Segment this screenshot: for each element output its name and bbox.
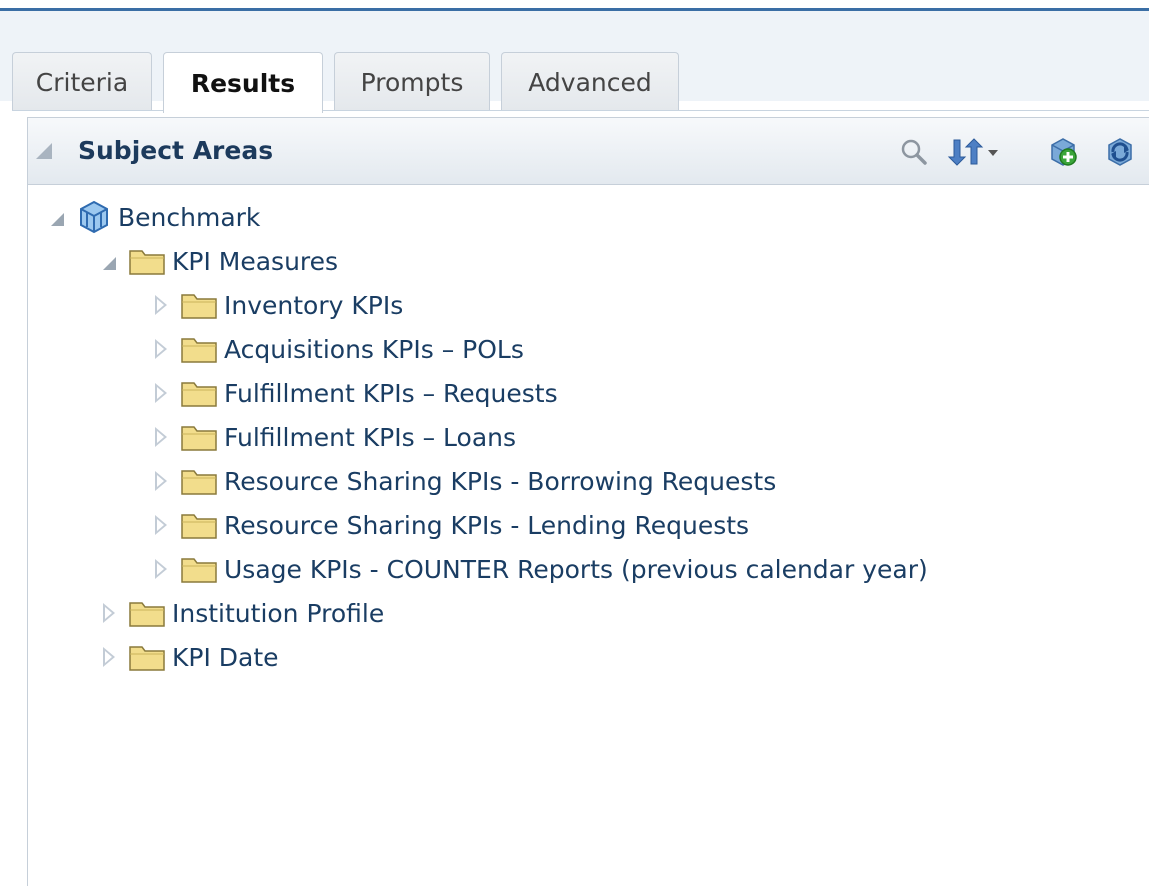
- collapse-icon[interactable]: [46, 206, 68, 228]
- search-icon[interactable]: [896, 134, 932, 170]
- tree-node-label: KPI Measures: [172, 246, 339, 276]
- tree-node-label: Benchmark: [118, 202, 261, 232]
- folder-icon: [181, 294, 217, 319]
- tree-node-usage-kpis[interactable]: Usage KPIs - COUNTER Reports (previous c…: [150, 549, 928, 589]
- tree-node-rs-borrowing[interactable]: Resource Sharing KPIs - Borrowing Reques…: [150, 461, 776, 501]
- collapse-icon[interactable]: [98, 250, 120, 272]
- folder-icon: [129, 602, 165, 627]
- tree-node-inventory-kpis[interactable]: Inventory KPIs: [150, 285, 403, 325]
- tree-node-label: Acquisitions KPIs – POLs: [224, 334, 524, 364]
- tree-node-label: Resource Sharing KPIs - Lending Requests: [224, 510, 750, 540]
- expand-icon[interactable]: [150, 514, 172, 536]
- subject-areas-panel: Subject Areas Benchmark KPI Measures Inv…: [27, 117, 1149, 886]
- tree-node-benchmark[interactable]: Benchmark: [46, 197, 260, 237]
- expand-icon[interactable]: [150, 426, 172, 448]
- top-accent-bar: [0, 0, 1149, 11]
- tree-node-institution-profile[interactable]: Institution Profile: [98, 593, 384, 633]
- tree-node-rs-lending[interactable]: Resource Sharing KPIs - Lending Requests: [150, 505, 749, 545]
- folder-icon: [181, 514, 217, 539]
- tab-strip: Criteria Results Prompts Advanced: [0, 11, 1149, 113]
- expand-icon[interactable]: [150, 558, 172, 580]
- tree-node-label: Fulfillment KPIs – Loans: [224, 422, 517, 452]
- folder-icon: [181, 470, 217, 495]
- collapse-panel-icon[interactable]: [36, 143, 52, 159]
- expand-icon[interactable]: [150, 338, 172, 360]
- expand-icon[interactable]: [150, 470, 172, 492]
- tree-node-kpi-date[interactable]: KPI Date: [98, 637, 279, 677]
- tree-node-acquisitions-kpis[interactable]: Acquisitions KPIs – POLs: [150, 329, 524, 369]
- folder-icon: [181, 558, 217, 583]
- tab-criteria[interactable]: Criteria: [12, 52, 152, 111]
- tree-node-label: Inventory KPIs: [224, 290, 404, 320]
- add-subject-area-icon[interactable]: [1044, 134, 1082, 170]
- panel-title: Subject Areas: [78, 136, 274, 165]
- folder-icon: [181, 338, 217, 363]
- subject-area-cube-icon: [80, 200, 108, 234]
- tree-node-label: KPI Date: [172, 642, 279, 672]
- expand-icon[interactable]: [98, 646, 120, 668]
- folder-icon: [129, 646, 165, 671]
- tree-node-label: Usage KPIs - COUNTER Reports (previous c…: [224, 554, 928, 584]
- tab-prompts[interactable]: Prompts: [334, 52, 490, 111]
- tree-node-label: Institution Profile: [172, 598, 385, 628]
- tree-node-fulfillment-loans[interactable]: Fulfillment KPIs – Loans: [150, 417, 516, 457]
- tree-node-fulfillment-requests[interactable]: Fulfillment KPIs – Requests: [150, 373, 558, 413]
- folder-icon: [181, 382, 217, 407]
- tab-results[interactable]: Results: [163, 52, 323, 113]
- refresh-icon[interactable]: [1100, 134, 1140, 170]
- tree-node-label: Resource Sharing KPIs - Borrowing Reques…: [224, 466, 777, 496]
- tab-advanced[interactable]: Advanced: [501, 52, 679, 111]
- expand-icon[interactable]: [150, 294, 172, 316]
- folder-icon: [181, 426, 217, 451]
- tree-node-kpi-measures[interactable]: KPI Measures: [98, 241, 338, 281]
- panel-header: Subject Areas: [28, 117, 1149, 185]
- tree-node-label: Fulfillment KPIs – Requests: [224, 378, 558, 408]
- expand-icon[interactable]: [98, 602, 120, 624]
- sort-icon[interactable]: [946, 134, 1004, 170]
- folder-icon: [129, 250, 165, 275]
- expand-icon[interactable]: [150, 382, 172, 404]
